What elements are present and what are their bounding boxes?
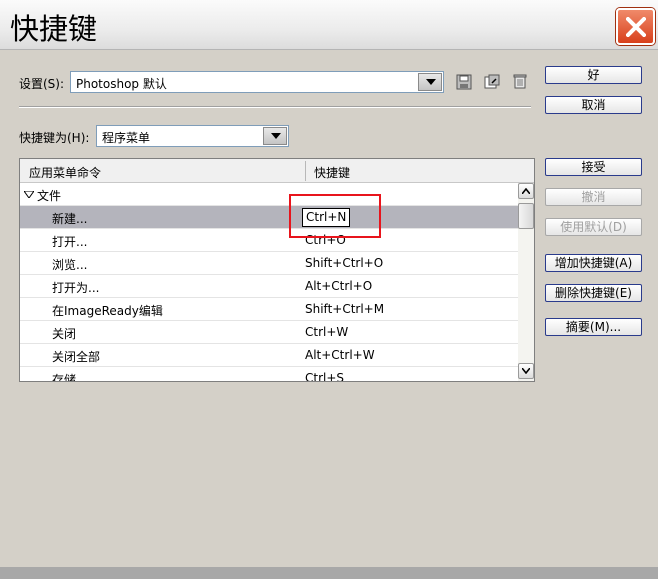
column-header-shortcut[interactable]: 快捷键 bbox=[314, 164, 350, 181]
delete-shortcut-button[interactable]: 删除快捷键(E) bbox=[545, 284, 642, 302]
shortcut-label: Ctrl+W bbox=[305, 325, 349, 339]
scroll-up-button[interactable] bbox=[518, 183, 534, 199]
shortcuts-for-value: 程序菜单 bbox=[102, 131, 151, 145]
settings-label: 设置(S): bbox=[19, 77, 65, 91]
scroll-thumb[interactable] bbox=[518, 203, 534, 229]
window-title: 快捷键 bbox=[10, 12, 98, 46]
shortcut-table: 应用菜单命令 快捷键 文件 新建... Ctrl+N 打开... Ctrl+O … bbox=[19, 158, 535, 382]
command-label: 关闭全部 bbox=[52, 350, 101, 364]
shortcut-label: Alt+Ctrl+O bbox=[305, 279, 373, 293]
command-label: 打开为... bbox=[52, 281, 100, 295]
shortcut-label: Shift+Ctrl+M bbox=[305, 302, 385, 316]
chevron-down-icon bbox=[426, 79, 436, 85]
chevron-down-icon bbox=[271, 133, 281, 139]
shortcuts-for-select[interactable]: 程序菜单 bbox=[96, 125, 289, 147]
command-label: 在ImageReady编辑 bbox=[52, 304, 163, 318]
table-row[interactable]: 打开... Ctrl+O bbox=[20, 229, 518, 252]
vertical-scrollbar[interactable] bbox=[518, 183, 534, 381]
save-as-icon[interactable] bbox=[484, 74, 500, 90]
table-row[interactable]: 关闭全部 Alt+Ctrl+W bbox=[20, 344, 518, 367]
shortcut-label: Alt+Ctrl+W bbox=[305, 348, 375, 362]
scroll-down-button[interactable] bbox=[518, 363, 534, 379]
table-row[interactable]: 文件 bbox=[20, 183, 518, 206]
shortcut-label: Ctrl+S bbox=[305, 371, 345, 381]
cancel-button[interactable]: 取消 bbox=[545, 96, 642, 114]
shortcut-label: Shift+Ctrl+O bbox=[305, 256, 384, 270]
table-row[interactable]: 存储 Ctrl+S bbox=[20, 367, 518, 381]
trash-icon[interactable] bbox=[512, 73, 528, 89]
table-body: 文件 新建... Ctrl+N 打开... Ctrl+O 浏览... Shift… bbox=[20, 183, 518, 381]
separator bbox=[19, 106, 531, 108]
chevron-up-icon bbox=[522, 188, 530, 194]
undo-button[interactable]: 撤消 bbox=[545, 188, 642, 206]
window-bottom-border bbox=[0, 567, 658, 579]
settings-select[interactable]: Photoshop 默认 bbox=[70, 71, 444, 93]
table-row[interactable]: 浏览... Shift+Ctrl+O bbox=[20, 252, 518, 275]
shortcuts-for-label: 快捷键为(H): bbox=[19, 131, 90, 145]
command-label: 新建... bbox=[52, 212, 88, 226]
close-button[interactable] bbox=[616, 8, 655, 45]
command-label: 浏览... bbox=[52, 258, 88, 272]
command-label: 文件 bbox=[37, 189, 62, 203]
save-icon[interactable] bbox=[456, 74, 472, 90]
table-row[interactable]: 在ImageReady编辑 Shift+Ctrl+M bbox=[20, 298, 518, 321]
command-label: 关闭 bbox=[52, 327, 77, 341]
title-bar: 快捷键 bbox=[0, 0, 658, 50]
column-divider[interactable] bbox=[305, 161, 306, 181]
command-label: 打开... bbox=[52, 235, 88, 249]
expand-triangle-icon[interactable] bbox=[24, 191, 34, 198]
close-icon bbox=[626, 17, 646, 37]
accept-button[interactable]: 接受 bbox=[545, 158, 642, 176]
table-row[interactable]: 关闭 Ctrl+W bbox=[20, 321, 518, 344]
ok-button[interactable]: 好 bbox=[545, 66, 642, 84]
table-header: 应用菜单命令 快捷键 bbox=[20, 159, 534, 183]
shortcuts-for-dropdown-button[interactable] bbox=[263, 127, 287, 145]
chevron-down-icon bbox=[522, 368, 530, 374]
table-row-selected[interactable]: 新建... Ctrl+N bbox=[20, 206, 518, 229]
settings-value: Photoshop 默认 bbox=[76, 77, 167, 91]
summary-button[interactable]: 摘要(M)... bbox=[545, 318, 642, 336]
table-row[interactable]: 打开为... Alt+Ctrl+O bbox=[20, 275, 518, 298]
highlight-annotation bbox=[289, 194, 381, 238]
column-header-command[interactable]: 应用菜单命令 bbox=[29, 164, 101, 181]
command-label: 存储 bbox=[52, 373, 77, 381]
add-shortcut-button[interactable]: 增加快捷键(A) bbox=[545, 254, 642, 272]
use-default-button[interactable]: 使用默认(D) bbox=[545, 218, 642, 236]
settings-dropdown-button[interactable] bbox=[418, 73, 442, 91]
